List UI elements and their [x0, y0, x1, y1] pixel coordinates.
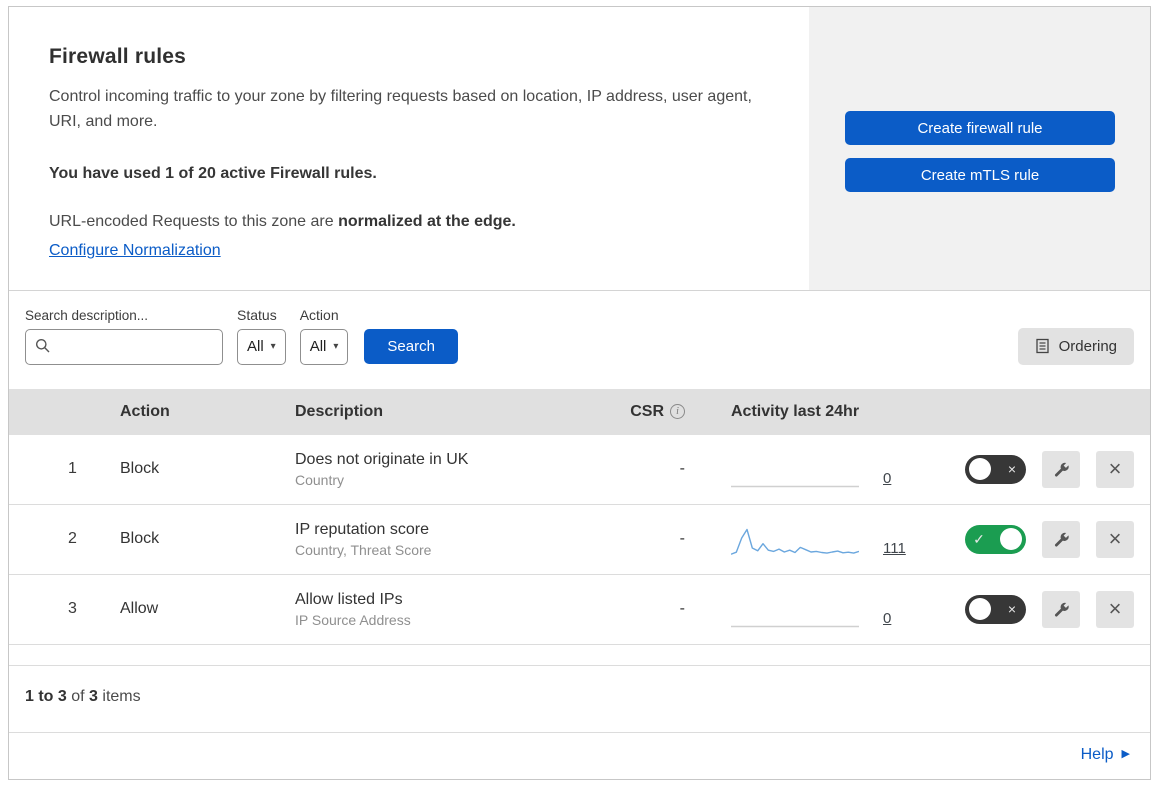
activity-count-link[interactable]: 111 [883, 540, 906, 557]
firewall-rules-page: Firewall rules Control incoming traffic … [8, 6, 1151, 780]
rule-description: Allow listed IPs [295, 590, 403, 608]
activity-sparkline [731, 456, 859, 488]
status-label: Status [237, 306, 277, 323]
activity-column-header: Activity last 24hr [731, 402, 860, 420]
status-filter-group: Status All ▾ [237, 307, 286, 365]
rule-controls: × × [965, 450, 1134, 488]
page-title: Firewall rules [49, 45, 187, 68]
csr-value: - [679, 530, 685, 548]
filter-bar: Search description... Status All ▾ Actio… [9, 291, 1150, 389]
action-filter-group: Action All ▾ [299, 306, 349, 365]
rule-criteria: Country, Threat Score [295, 541, 432, 558]
help-arrow-icon: ▶ [1121, 748, 1130, 761]
rule-enabled-toggle[interactable]: × [965, 454, 1026, 484]
table-bottom-divider [9, 645, 1150, 666]
search-button[interactable]: Search [364, 328, 458, 364]
rule-description-cell: Does not originate in UK Country [295, 451, 620, 488]
delete-rule-button[interactable]: × [1096, 520, 1134, 558]
wrench-icon [1053, 601, 1070, 618]
rule-enabled-toggle[interactable]: × [965, 594, 1026, 624]
rule-action: Allow [120, 600, 159, 618]
table-header-row: Action Description CSR i Activity last 2… [9, 388, 1150, 435]
close-icon: × [1108, 456, 1122, 482]
rule-controls: ✓ × [965, 520, 1134, 558]
rule-priority: 3 [68, 600, 77, 618]
ordering-button[interactable]: Ordering [1017, 327, 1134, 365]
help-bar: Help ▶ [9, 731, 1150, 779]
activity-cell: 111 ✓ × [715, 520, 1134, 558]
ordering-button-label: Ordering [1058, 337, 1117, 355]
rule-enabled-toggle[interactable]: ✓ [965, 524, 1026, 554]
header-text-area: Firewall rules Control incoming traffic … [9, 7, 809, 290]
close-icon: × [1108, 596, 1122, 622]
rule-priority: 2 [68, 530, 77, 548]
rule-priority: 1 [68, 460, 77, 478]
help-link[interactable]: Help ▶ [1081, 746, 1130, 764]
activity-count-link[interactable]: 0 [883, 610, 891, 627]
table-row: 1 Block Does not originate in UK Country… [9, 434, 1150, 505]
delete-rule-button[interactable]: × [1096, 590, 1134, 628]
items-word: items [97, 687, 141, 705]
rule-description: IP reputation score [295, 520, 430, 538]
header-actions-panel: Create firewall rule Create mTLS rule [809, 7, 1150, 290]
search-icon [35, 338, 51, 354]
csr-value: - [679, 600, 685, 618]
activity-cell: 0 × × [715, 590, 1134, 628]
close-icon: × [1108, 526, 1122, 552]
action-column-header: Action [120, 402, 170, 420]
items-of: of [66, 687, 90, 705]
page-description: Control incoming traffic to your zone by… [49, 88, 752, 130]
search-group: Search description... [25, 308, 223, 365]
items-total: 3 [89, 687, 98, 705]
wrench-icon [1053, 461, 1070, 478]
rule-description-cell: Allow listed IPs IP Source Address [295, 591, 620, 628]
normalization-note: URL-encoded Requests to this zone are no… [49, 213, 769, 231]
normalization-bold: normalized at the edge. [338, 212, 516, 230]
activity-sparkline [731, 596, 859, 628]
ordering-list-icon [1035, 338, 1050, 354]
search-description-input[interactable] [25, 328, 223, 365]
rule-criteria: IP Source Address [295, 611, 411, 628]
info-icon[interactable]: i [670, 404, 685, 420]
usage-note: You have used 1 of 20 active Firewall ru… [49, 164, 377, 182]
edit-rule-button[interactable] [1042, 450, 1080, 488]
status-select-value: All [247, 338, 264, 356]
action-select[interactable]: All ▾ [299, 328, 349, 365]
activity-sparkline [730, 526, 860, 558]
wrench-icon [1053, 531, 1070, 548]
create-mtls-rule-button[interactable]: Create mTLS rule [845, 158, 1115, 192]
action-label: Action [299, 306, 339, 323]
normalization-prefix: URL-encoded Requests to this zone are [49, 212, 339, 230]
rule-controls: × × [965, 590, 1134, 628]
activity-count-link[interactable]: 0 [883, 470, 891, 487]
chevron-down-icon: ▾ [333, 341, 339, 353]
csr-column-header: CSR i [620, 403, 715, 421]
edit-rule-button[interactable] [1042, 590, 1080, 628]
search-box [25, 328, 223, 365]
configure-normalization-link[interactable]: Configure Normalization [49, 242, 221, 259]
delete-rule-button[interactable]: × [1096, 450, 1134, 488]
items-range: 1 to 3 [25, 687, 67, 705]
search-label: Search description... [25, 307, 149, 323]
header-section: Firewall rules Control incoming traffic … [9, 7, 1150, 291]
csr-header-label: CSR [630, 402, 664, 420]
chevron-down-icon: ▾ [270, 341, 276, 353]
help-label: Help [1080, 745, 1114, 763]
csr-value: - [679, 460, 685, 478]
activity-cell: 0 × × [715, 450, 1134, 488]
status-select[interactable]: All ▾ [237, 328, 286, 365]
rule-action: Block [120, 530, 160, 548]
rule-action: Block [120, 460, 160, 478]
edit-rule-button[interactable] [1042, 520, 1080, 558]
pagination-summary: 1 to 3 of 3 items [9, 666, 1150, 732]
rule-criteria: Country [295, 471, 345, 488]
rule-description: Does not originate in UK [295, 450, 469, 468]
rule-description-cell: IP reputation score Country, Threat Scor… [295, 521, 620, 558]
action-select-value: All [309, 338, 327, 356]
table-row: 2 Block IP reputation score Country, Thr… [9, 504, 1150, 575]
description-column-header: Description [295, 402, 384, 420]
table-row: 3 Allow Allow listed IPs IP Source Addre… [9, 574, 1150, 645]
create-firewall-rule-button[interactable]: Create firewall rule [845, 111, 1115, 145]
